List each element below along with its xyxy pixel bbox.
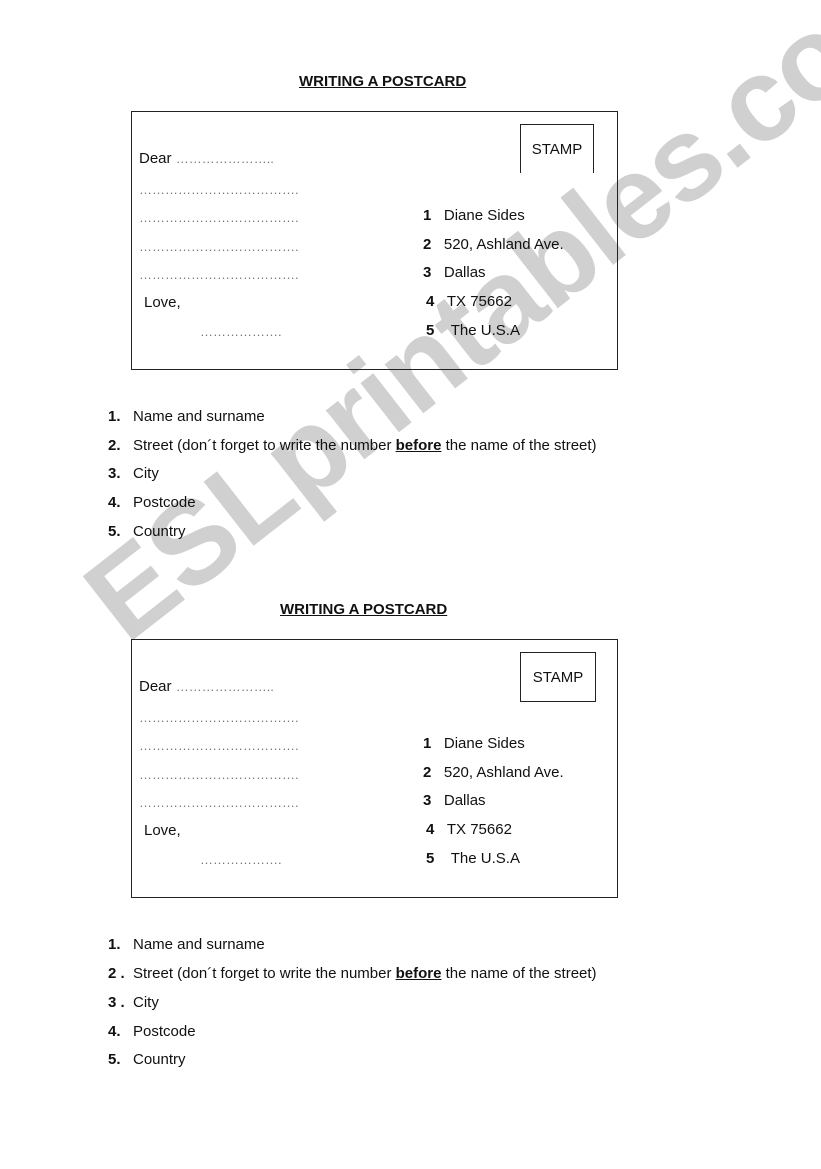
legend-item: 5. Country	[108, 523, 186, 540]
address-text: Diane Sides	[443, 207, 525, 224]
address-number: 5	[426, 850, 435, 867]
worksheet-title: WRITING A POSTCARD	[280, 601, 448, 618]
address-number: 2	[423, 764, 432, 781]
signature-dots: ……………….	[200, 324, 282, 339]
address-line: 4 TX 75662	[426, 293, 512, 310]
address-number: 1	[423, 735, 432, 752]
address-number: 4	[426, 821, 435, 838]
address-text: The U.S.A	[446, 850, 520, 867]
stamp-box: STAMP	[520, 124, 594, 173]
stamp-label: STAMP	[532, 668, 584, 686]
closing: Love,	[144, 294, 181, 311]
legend-item: 5. Country	[108, 1051, 186, 1068]
address-line: 2 520, Ashland Ave.	[423, 764, 564, 781]
body-line: ……………………………….	[139, 738, 299, 753]
legend-text: City	[133, 465, 159, 482]
body-line: ……………………………….	[139, 710, 299, 725]
address-number: 1	[423, 207, 432, 224]
legend-text: Country	[133, 1051, 186, 1068]
address-text: 520, Ashland Ave.	[443, 764, 564, 781]
address-text: TX 75662	[446, 821, 512, 838]
legend-text: City	[133, 994, 159, 1011]
legend-number: 2.	[108, 437, 121, 454]
address-number: 3	[423, 264, 432, 281]
body-line: ……………………………….	[139, 210, 299, 225]
legend-number: 4.	[108, 494, 121, 511]
legend-text: Postcode	[133, 1023, 196, 1040]
address-line: 3 Dallas	[423, 264, 486, 281]
address-text: Dallas	[443, 792, 486, 809]
stamp-box: STAMP	[520, 652, 596, 702]
address-line: 3 Dallas	[423, 792, 486, 809]
legend-number: 3 .	[108, 994, 125, 1011]
legend-item: 4. Postcode	[108, 1023, 196, 1040]
legend-number: 1.	[108, 936, 121, 953]
worksheet-title: WRITING A POSTCARD	[299, 73, 467, 90]
legend-number: 5.	[108, 1051, 121, 1068]
legend-text: Street (don´t forget to write the number	[133, 965, 396, 982]
address-text: 520, Ashland Ave.	[443, 236, 564, 253]
dear-line: Dear …………………..	[139, 678, 274, 695]
address-line: 1 Diane Sides	[423, 735, 525, 752]
stamp-label: STAMP	[531, 140, 583, 158]
legend-item: 4. Postcode	[108, 494, 196, 511]
legend-text: the name of the street)	[441, 437, 597, 454]
address-line: 5 The U.S.A	[426, 322, 520, 339]
legend-item: 2 . Street (don´t forget to write the num…	[108, 965, 597, 982]
legend-item: 2. Street (don´t forget to write the numb…	[108, 437, 597, 454]
address-number: 3	[423, 792, 432, 809]
address-text: Dallas	[443, 264, 486, 281]
address-line: 1 Diane Sides	[423, 207, 525, 224]
legend-item: 1. Name and surname	[108, 408, 265, 425]
body-line: ……………………………….	[139, 267, 299, 282]
legend-emphasis: before	[395, 965, 442, 982]
closing: Love,	[144, 822, 181, 839]
legend-number: 1.	[108, 408, 121, 425]
legend-emphasis: before	[395, 437, 442, 454]
legend-item: 3. City	[108, 465, 159, 482]
legend-text: Postcode	[133, 494, 196, 511]
body-line: ……………………………….	[139, 767, 299, 782]
body-line: ……………………………….	[139, 795, 299, 810]
legend-number: 3.	[108, 465, 121, 482]
legend-number: 5.	[108, 523, 121, 540]
body-line: ……………………………….	[139, 182, 299, 197]
postcard: Dear ………………….. ………………………………. ………………………………	[131, 639, 618, 898]
address-line: 5 The U.S.A	[426, 850, 520, 867]
legend-text: Country	[133, 523, 186, 540]
address-number: 2	[423, 236, 432, 253]
legend-item: 3 . City	[108, 994, 159, 1011]
dear-dots: …………………..	[175, 679, 274, 694]
legend-text: the name of the street)	[441, 965, 597, 982]
address-line: 4 TX 75662	[426, 821, 512, 838]
dear-label: Dear	[139, 678, 172, 695]
body-line: ……………………………….	[139, 239, 299, 254]
address-text: TX 75662	[446, 293, 512, 310]
address-text: The U.S.A	[446, 322, 520, 339]
legend-number: 4.	[108, 1023, 121, 1040]
address-number: 4	[426, 293, 435, 310]
legend-number: 2 .	[108, 965, 125, 982]
dear-dots: …………………..	[175, 151, 274, 166]
address-line: 2 520, Ashland Ave.	[423, 236, 564, 253]
legend-item: 1. Name and surname	[108, 936, 265, 953]
legend-text: Street (don´t forget to write the number	[133, 437, 396, 454]
legend-text: Name and surname	[133, 936, 265, 953]
dear-label: Dear	[139, 150, 172, 167]
postcard: Dear ………………….. ………………………………. ………………………………	[131, 111, 618, 370]
legend-text: Name and surname	[133, 408, 265, 425]
address-text: Diane Sides	[443, 735, 525, 752]
address-number: 5	[426, 322, 435, 339]
signature-dots: ……………….	[200, 852, 282, 867]
dear-line: Dear …………………..	[139, 150, 274, 167]
